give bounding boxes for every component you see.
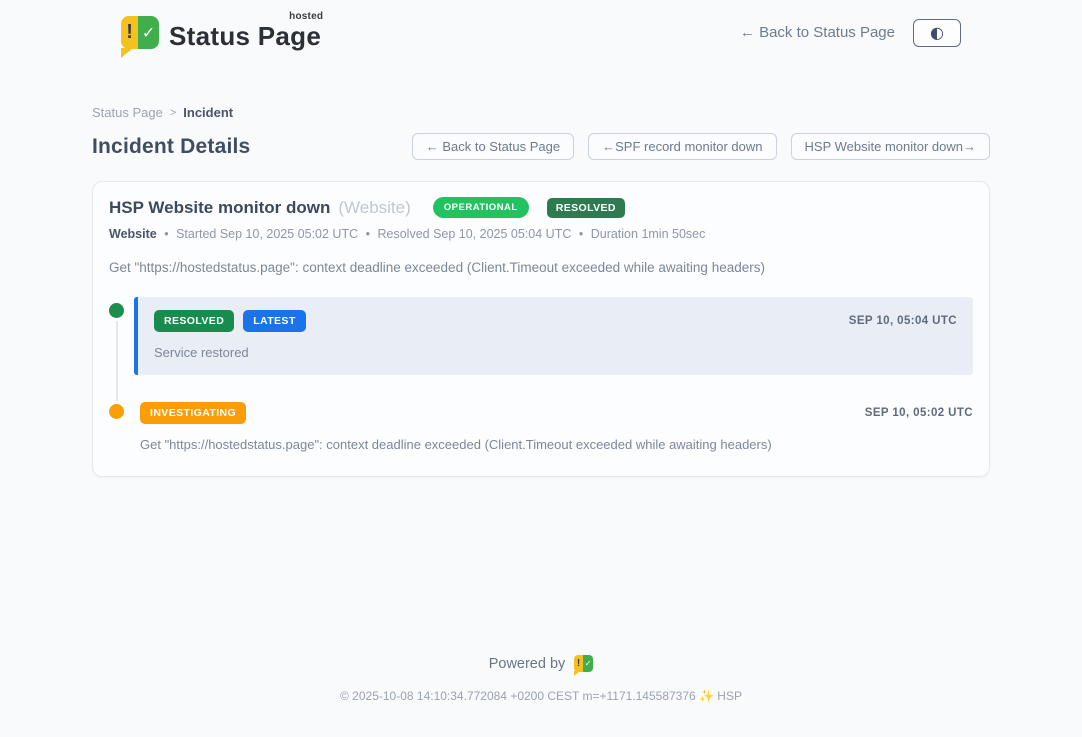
timeline-entry-resolved: RESOLVED LATEST SEP 10, 05:04 UTC Servic…: [109, 297, 973, 375]
status-page-mini-logo-icon: ! ✓: [574, 655, 593, 672]
timeline-timestamp: SEP 10, 05:04 UTC: [849, 315, 957, 327]
incident-timeline: RESOLVED LATEST SEP 10, 05:04 UTC Servic…: [109, 297, 973, 452]
timeline-entry-investigating: INVESTIGATING SEP 10, 05:02 UTC Get "htt…: [109, 402, 973, 452]
logo-exclaim-icon: !: [121, 16, 138, 49]
incident-nav-buttons: ← Back to Status Page ←SPF record monito…: [412, 133, 990, 160]
timeline-message: Get "https://hostedstatus.page": context…: [140, 437, 973, 452]
brand-name: Status Page hosted: [169, 23, 325, 49]
main-content: Status Page > Incident Incident Details …: [92, 105, 990, 477]
timeline-dot-green: [109, 303, 124, 318]
logo-check-icon: ✓: [138, 16, 159, 49]
logo-check-icon: ✓: [583, 655, 593, 672]
theme-toggle-button[interactable]: ◐: [913, 19, 961, 47]
incident-description: Get "https://hostedstatus.page": context…: [109, 260, 973, 275]
half-circle-contrast-icon: ◐: [930, 25, 944, 41]
logo-exclaim-icon: !: [574, 655, 583, 672]
logo-bubble-tail: [574, 671, 580, 676]
incident-title: HSP Website monitor down: [109, 198, 330, 218]
timeline-message: Service restored: [154, 345, 957, 360]
status-page-logo-icon: ! ✓: [121, 16, 159, 49]
incident-component-suffix: (Website): [338, 198, 410, 218]
timeline-latest-badge: LATEST: [243, 310, 305, 332]
copyright-line: © 2025-10-08 14:10:34.772084 +0200 CEST …: [0, 689, 1082, 723]
resolved-status-badge: RESOLVED: [547, 198, 625, 218]
meta-duration: Duration 1min 50sec: [591, 227, 706, 241]
logo-bubble-tail: [121, 48, 133, 58]
site-footer: Powered by ! ✓ © 2025-10-08 14:10:34.772…: [0, 655, 1082, 723]
header-back-link[interactable]: ← Back to Status Page: [740, 24, 895, 41]
app-logo[interactable]: ! ✓ Status Page hosted: [121, 16, 325, 49]
timeline-resolved-badge: RESOLVED: [154, 310, 234, 332]
breadcrumb: Status Page > Incident: [92, 105, 990, 120]
powered-by-label: Powered by: [489, 656, 566, 672]
back-to-status-page-button[interactable]: ← Back to Status Page: [412, 133, 574, 160]
timeline-dot-orange: [109, 404, 124, 419]
meta-component: Website: [109, 227, 157, 241]
meta-started: Started Sep 10, 2025 05:02 UTC: [176, 227, 358, 241]
timeline-highlight-box: RESOLVED LATEST SEP 10, 05:04 UTC Servic…: [134, 297, 973, 375]
operational-status-badge: OPERATIONAL: [433, 197, 529, 218]
timeline-timestamp: SEP 10, 05:02 UTC: [865, 407, 973, 419]
incident-card: HSP Website monitor down (Website) OPERA…: [92, 181, 990, 477]
breadcrumb-incident: Incident: [183, 105, 233, 120]
brand-superscript: hosted: [289, 12, 323, 22]
breadcrumb-status-page[interactable]: Status Page: [92, 105, 163, 120]
page-title: Incident Details: [92, 135, 250, 159]
powered-by[interactable]: Powered by ! ✓: [0, 655, 1082, 672]
site-header: ! ✓ Status Page hosted ← Back to Status …: [0, 0, 1082, 49]
next-incident-button[interactable]: HSP Website monitor down→: [791, 133, 990, 160]
breadcrumb-separator: >: [170, 107, 176, 119]
incident-meta: Website • Started Sep 10, 2025 05:02 UTC…: [109, 227, 973, 241]
prev-incident-button[interactable]: ←SPF record monitor down: [588, 133, 776, 160]
meta-resolved: Resolved Sep 10, 2025 05:04 UTC: [377, 227, 571, 241]
timeline-investigating-badge: INVESTIGATING: [140, 402, 246, 424]
